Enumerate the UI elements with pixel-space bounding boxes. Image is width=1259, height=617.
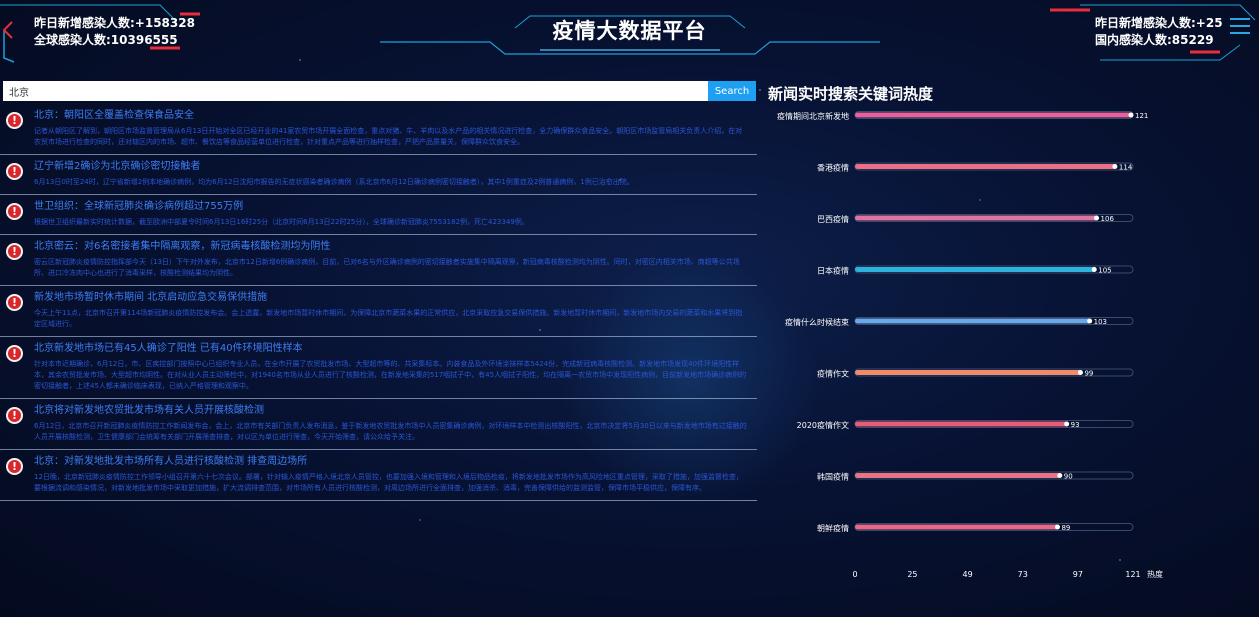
category-label: 疫情期间北京新发地 [777, 111, 849, 121]
news-summary: 6月13日0时至24时，辽宁省新增2例本地确诊病例，均为6月12日沈阳市报告的无… [34, 178, 634, 186]
category-label: 朝鲜疫情 [817, 523, 849, 533]
category-label: 巴西疫情 [817, 214, 849, 224]
bar-value-label: 93 [1071, 421, 1080, 429]
top-header: 昨日新增感染人数:+158328 全球感染人数:10396555 疫情大数据平台… [0, 0, 1259, 70]
news-summary: 根据世卫组织最新实时统计数据，截至欧洲中部夏令时间6月13日16时25分（北京时… [34, 218, 529, 226]
news-item: ! 北京密云：对6名密接者集中隔离观察，新冠病毒核酸检测均为阴性 密云区新冠肺炎… [0, 235, 757, 286]
alert-icon: ! [6, 294, 23, 311]
bar-end-dot [1094, 215, 1100, 221]
bar [855, 421, 1069, 427]
bar-value-label: 103 [1094, 318, 1107, 326]
bar [855, 267, 1097, 272]
bar-end-dot [1054, 524, 1060, 530]
search-input[interactable] [3, 81, 708, 101]
bar-value-label: 89 [1061, 524, 1070, 532]
domestic-total-cases: 国内感染人数:85229 [1095, 33, 1214, 47]
page-title: 疫情大数据平台 [552, 19, 707, 43]
alert-icon: ! [6, 458, 23, 475]
bar [855, 318, 1092, 324]
news-item: ! 北京：对新发地批发市场所有人员进行核酸检测 排查周边场所 12日晚，北京新冠… [0, 450, 757, 501]
keyword-heat-chart: 疫情期间北京新发地 121 香港疫情 114 巴西疫情 106 日本疫情 105 疫情什么时候结… [777, 111, 1163, 579]
news-title-link[interactable]: 辽宁新增2确诊为北京确诊密切接触者 [34, 160, 757, 174]
domestic-new-cases: 昨日新增感染人数:+25 [1095, 16, 1223, 30]
news-title-link[interactable]: 北京密云：对6名密接者集中隔离观察，新冠病毒核酸检测均为阴性 [34, 240, 757, 254]
domestic-stats: 昨日新增感染人数:+25 国内感染人数:85229 [1095, 15, 1223, 49]
bar-end-dot [1091, 267, 1097, 272]
x-tick-label: 49 [962, 570, 972, 579]
news-title-link[interactable]: 北京：对新发地批发市场所有人员进行核酸检测 排查周边场所 [34, 455, 757, 469]
news-title-link[interactable]: 世卫组织：全球新冠肺炎确诊病例超过755万例 [34, 200, 757, 214]
news-item: ! 北京：朝阳区全覆盖检查保食品安全 记者从朝阳区了解到，朝阳区市场监督管理局从… [0, 104, 757, 155]
bar-value-label: 105 [1098, 267, 1111, 275]
category-label: 香港疫情 [817, 163, 849, 173]
alert-icon: ! [6, 407, 23, 424]
search-button[interactable]: Search [708, 81, 756, 101]
bar-value-label: 121 [1135, 112, 1148, 120]
alert-icon: ! [6, 163, 23, 180]
bar-value-label: 99 [1084, 370, 1093, 378]
x-tick-label: 73 [1018, 570, 1028, 579]
menu-icon[interactable] [1230, 18, 1250, 40]
alert-icon: ! [6, 203, 23, 220]
bar-value-label: 106 [1101, 215, 1115, 223]
alert-icon: ! [6, 112, 23, 129]
news-title-link[interactable]: 北京：朝阳区全覆盖检查保食品安全 [34, 109, 757, 123]
news-item: ! 新发地市场暂时休市期间 北京启动应急交易保供措施 今天上午11点，北京市召开… [0, 286, 757, 337]
news-summary: 12日晚，北京新冠肺炎疫情防控工作领导小组召开第六十七次会议。部署，针对输入疫情… [34, 473, 743, 492]
x-tick-label: 121 [1125, 570, 1140, 579]
news-title-link[interactable]: 新发地市场暂时休市期间 北京启动应急交易保供措施 [34, 291, 757, 305]
news-item: ! 北京新发地市场已有45人确诊了阳性 已有40件环境阳性样本 针对本市近期确诊… [0, 337, 757, 399]
bar-value-label: 90 [1064, 473, 1073, 481]
bar [855, 215, 1099, 221]
bar [855, 370, 1083, 375]
news-list: ! 北京：朝阳区全覆盖检查保食品安全 记者从朝阳区了解到，朝阳区市场监督管理局从… [0, 104, 757, 501]
news-summary: 针对本市近期确诊，6月12日，市、区疾控部门按照中心已组织专业人员，在全市开展了… [34, 360, 747, 390]
news-item: ! 北京将对新发地农贸批发市场有关人员开展核酸检测 6月12日，北京市召开新冠肺… [0, 399, 757, 450]
bar-end-dot [1087, 318, 1093, 324]
x-tick-label: 97 [1073, 570, 1083, 579]
bar-end-dot [1064, 421, 1070, 427]
bar [855, 164, 1117, 169]
news-summary: 记者从朝阳区了解到，朝阳区市场监督管理局从6月13日开始对全区已经开业的41家农… [34, 127, 743, 146]
x-axis-label: 热度 [1147, 569, 1163, 579]
category-label: 韩国疫情 [817, 472, 849, 482]
category-label: 疫情什么时候结束 [785, 317, 849, 327]
category-label: 疫情作文 [817, 369, 849, 379]
alert-icon: ! [6, 345, 23, 362]
bar-end-dot [1057, 473, 1063, 478]
bar [855, 524, 1060, 530]
category-label: 日本疫情 [817, 266, 849, 276]
bar [855, 112, 1133, 118]
news-item: ! 世卫组织：全球新冠肺炎确诊病例超过755万例 根据世卫组织最新实时统计数据，… [0, 195, 757, 235]
news-summary: 今天上午11点，北京市召开第114场新冠肺炎疫情防控发布会。会上透露，新发地市场… [34, 309, 743, 328]
news-summary: 6月12日，北京市召开新冠肺炎疫情防控工作新闻发布会，会上，北京市有关部门负责人… [34, 422, 747, 441]
news-title-link[interactable]: 北京将对新发地农贸批发市场有关人员开展核酸检测 [34, 404, 757, 418]
bar [855, 473, 1062, 478]
category-label: 2020疫情作文 [797, 420, 849, 430]
x-tick-label: 0 [852, 570, 857, 579]
bar-end-dot [1112, 164, 1118, 169]
bar-value-label: 114 [1119, 164, 1133, 172]
news-summary: 密云区新冠肺炎疫情防控指挥部今天（13日）下午对外发布，北京市12日新增6例确诊… [34, 258, 740, 277]
news-item: ! 辽宁新增2确诊为北京确诊密切接触者 6月13日0时至24时，辽宁省新增2例本… [0, 155, 757, 195]
bar-end-dot [1128, 112, 1134, 118]
news-title-link[interactable]: 北京新发地市场已有45人确诊了阳性 已有40件环境阳性样本 [34, 342, 757, 356]
bar-end-dot [1077, 370, 1083, 375]
x-tick-label: 25 [907, 570, 917, 579]
alert-icon: ! [6, 243, 23, 260]
